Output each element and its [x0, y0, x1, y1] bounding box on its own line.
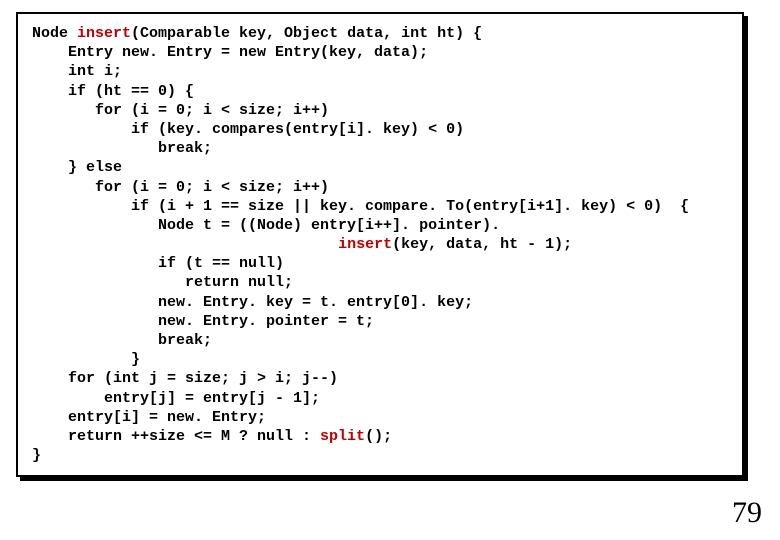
- code-line: int i;: [32, 63, 122, 80]
- code-line: for (i = 0; i < size; i++): [32, 179, 329, 196]
- code-line: for (i = 0; i < size; i++): [32, 102, 329, 119]
- code-line: new. Entry. key = t. entry[0]. key;: [32, 294, 473, 311]
- code-line: return null;: [32, 274, 293, 291]
- code-line: Node insert(Comparable key, Object data,…: [32, 25, 482, 42]
- code-line: for (int j = size; j > i; j--): [32, 370, 338, 387]
- code-line: entry[j] = entry[j - 1];: [32, 390, 320, 407]
- code-line: return ++size <= M ? null : split();: [32, 428, 392, 445]
- page-number: 79: [732, 494, 762, 532]
- code-line: Entry new. Entry = new Entry(key, data);: [32, 44, 428, 61]
- code-box: Node insert(Comparable key, Object data,…: [16, 12, 744, 477]
- code-line: break;: [32, 140, 212, 157]
- code-line: }: [32, 351, 140, 368]
- code-line: new. Entry. pointer = t;: [32, 313, 374, 330]
- code-line: Node t = ((Node) entry[i++]. pointer).: [32, 217, 500, 234]
- kw-insert: insert: [338, 236, 392, 253]
- kw-insert: insert: [77, 25, 131, 42]
- code-line: entry[i] = new. Entry;: [32, 409, 266, 426]
- kw-split: split: [320, 428, 365, 445]
- code-block: Node insert(Comparable key, Object data,…: [32, 24, 728, 465]
- code-line: if (key. compares(entry[i]. key) < 0): [32, 121, 464, 138]
- code-line: } else: [32, 159, 122, 176]
- code-line: insert(key, data, ht - 1);: [32, 236, 572, 253]
- code-line: break;: [32, 332, 212, 349]
- code-line: if (t == null): [32, 255, 284, 272]
- code-line: }: [32, 447, 41, 464]
- slide: Node insert(Comparable key, Object data,…: [0, 0, 780, 540]
- code-line: if (ht == 0) {: [32, 83, 194, 100]
- code-line: if (i + 1 == size || key. compare. To(en…: [32, 198, 689, 215]
